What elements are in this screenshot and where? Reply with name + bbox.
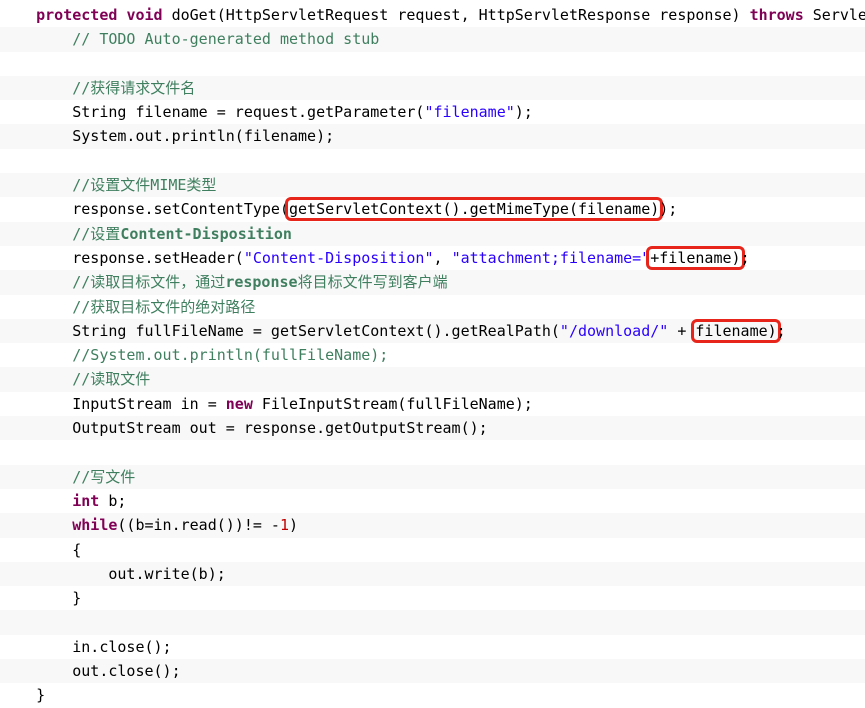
code-text: ;: [776, 321, 786, 340]
code-text: out.close();: [72, 662, 181, 681]
keyword: void: [126, 6, 163, 24]
code-text: b;: [99, 491, 127, 510]
code-line-4: //获得请求文件名: [0, 75, 865, 101]
code-text: InputStream in =: [72, 394, 226, 413]
code-text: }: [72, 589, 82, 608]
code-line-8: //设置文件MIME类型: [0, 173, 865, 198]
code-text: Servle: [803, 6, 865, 24]
code-text: doGet(HttpServletRequest request, HttpSe…: [162, 6, 750, 24]
comment: //获取目标文件的绝对路径: [72, 297, 256, 316]
code-line-17: InputStream in = new FileInputStream(ful…: [0, 392, 865, 416]
highlight-box: getServletContext().getMimeType(filename…: [285, 197, 664, 222]
code-line-23: {: [0, 538, 865, 562]
comment: response: [225, 273, 298, 292]
highlight-box: filename): [691, 318, 781, 343]
code-text: );: [514, 103, 533, 122]
code-line-2: // TODO Auto-generated method stub: [0, 27, 865, 52]
code-text: out.write(b);: [108, 564, 226, 583]
code-text: String fullFileName = getServletContext(…: [72, 321, 560, 340]
code-text: String filename = request.getParameter(: [72, 103, 425, 122]
comment: //读取目标文件，通过: [72, 273, 226, 292]
comment: //获得请求文件名: [72, 78, 196, 97]
code-line-10: //设置Content-Disposition: [0, 221, 865, 246]
code-line-24: out.write(b);: [0, 561, 865, 587]
number-literal: 1: [279, 516, 289, 535]
keyword: while: [72, 516, 118, 535]
string-literal: "filename": [424, 103, 515, 122]
keyword: protected: [36, 6, 118, 24]
code-line-11: response.setHeader("Content-Disposition"…: [0, 245, 865, 270]
code-text: );: [659, 200, 678, 219]
comment: //读取文件: [72, 370, 151, 389]
comment: 将目标文件写到客户端: [297, 273, 448, 292]
code-line-25: }: [0, 586, 865, 610]
code-text: response.setContentType(: [72, 200, 289, 219]
keyword: throws: [749, 6, 804, 24]
keyword: int: [72, 491, 100, 510]
code-line-21: int b;: [0, 489, 865, 513]
comment: //写文件: [72, 467, 136, 486]
code-text: {: [72, 540, 82, 559]
comment: //设置: [72, 224, 121, 243]
code-text: }: [36, 686, 46, 705]
code-line-13: //获取目标文件的绝对路径: [0, 295, 865, 319]
code-text: response.setHeader(: [72, 248, 244, 267]
code-line-16: //读取文件: [0, 367, 865, 392]
code-line-12: //读取目标文件，通过response将目标文件写到客户端: [0, 270, 865, 295]
code-line-20: //写文件: [0, 464, 865, 489]
string-literal: "Content-Disposition": [243, 248, 434, 267]
code-line-18: OutputStream out = response.getOutputStr…: [0, 416, 865, 441]
comment: //设置文件MIME类型: [72, 176, 217, 195]
highlight-box: +filename): [646, 245, 745, 270]
comment: // TODO Auto-generated method stub: [72, 30, 380, 49]
code-line-29: }: [0, 683, 865, 707]
string-literal: "/download/": [559, 321, 669, 340]
comment: Content-Disposition: [120, 224, 292, 243]
code-line-14: String fullFileName = getServletContext(…: [0, 318, 865, 344]
comment: //System.out.println(fullFileName);: [72, 346, 389, 365]
code-line-5: String filename = request.getParameter("…: [0, 100, 865, 124]
code-line-26: [0, 610, 865, 635]
code-line-15: //System.out.println(fullFileName);: [0, 343, 865, 367]
code-text: in.close();: [72, 637, 172, 656]
code-text: System.out.println(filename);: [72, 127, 335, 146]
code-text: FileInputStream(fullFileName);: [252, 394, 533, 413]
code-line-1: protected void doGet(HttpServletRequest …: [0, 3, 865, 27]
code-line-9: response.setContentType(getServletContex…: [0, 197, 865, 222]
code-text: OutputStream out = response.getOutputStr…: [72, 419, 488, 438]
string-literal: "attachment;filename=": [451, 248, 651, 267]
code-line-22: while((b=in.read())!= -1): [0, 513, 865, 538]
code-text: ((b=in.read())!= -: [117, 516, 280, 535]
code-line-28: out.close();: [0, 659, 865, 684]
keyword: new: [225, 394, 253, 413]
code-editor: protected void doGet(HttpServletRequest …: [0, 3, 865, 708]
code-line-27: in.close();: [0, 635, 865, 659]
code-text: ): [289, 516, 299, 535]
code-text: ;: [740, 248, 750, 267]
code-text: ,: [433, 248, 452, 267]
code-line-6: System.out.println(filename);: [0, 124, 865, 149]
